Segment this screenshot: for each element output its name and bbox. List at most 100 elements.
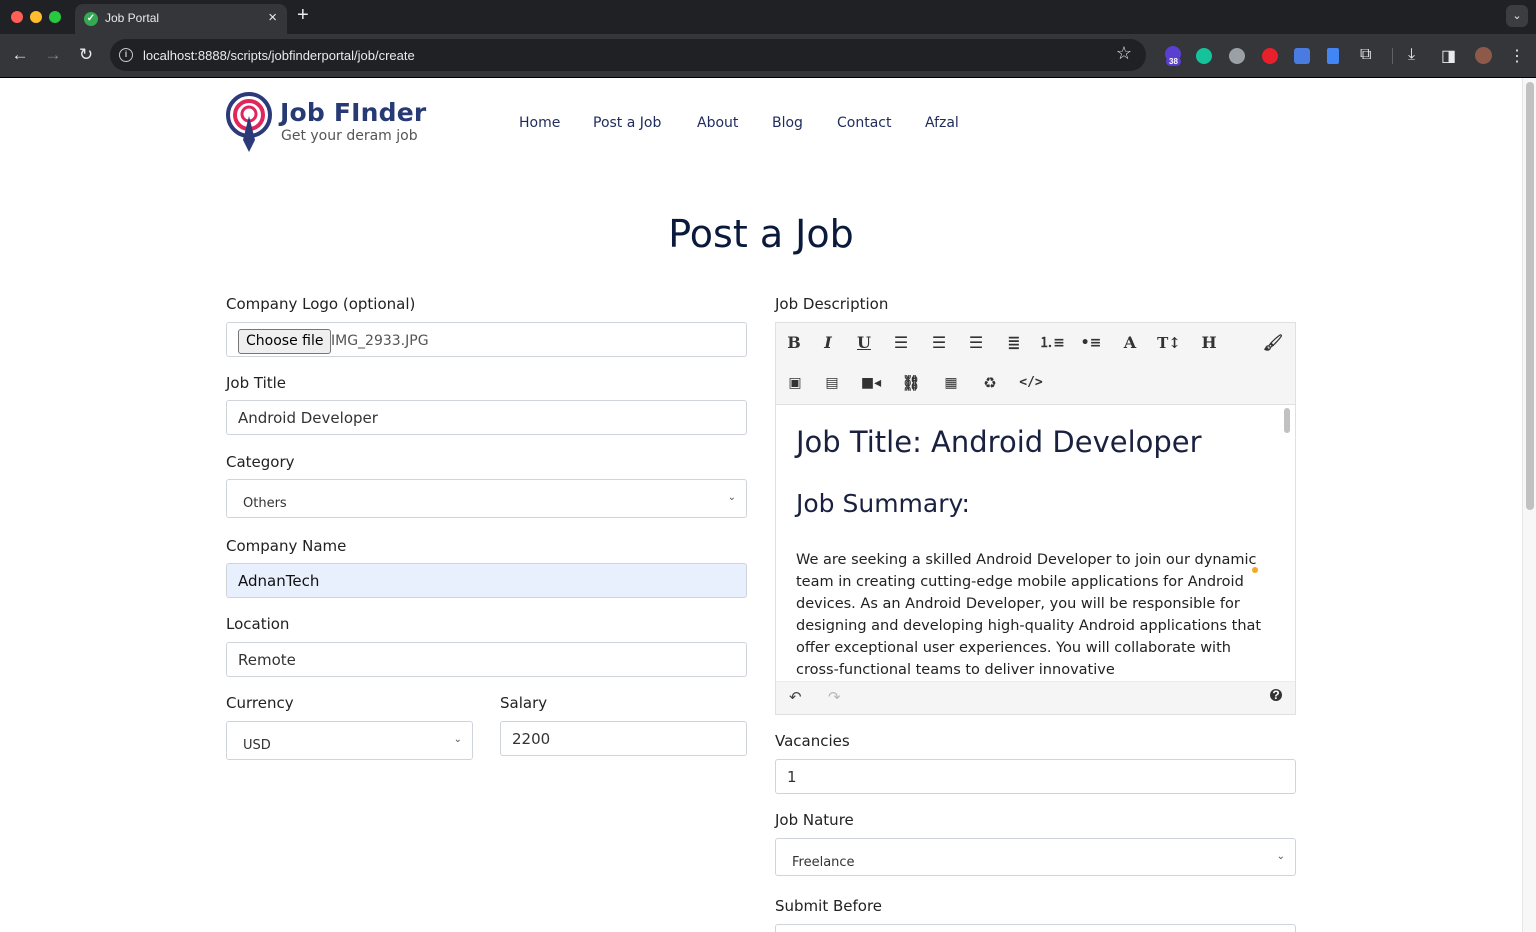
tab-search-icon[interactable]: ⌄ [1506, 5, 1528, 27]
minimize-window-button[interactable] [30, 11, 42, 23]
salary-value: 2200 [512, 730, 551, 748]
browser-tab[interactable]: ✓ Job Portal × [75, 4, 287, 34]
file-icon[interactable]: ▤ [814, 364, 850, 402]
screenshot-extension-icon[interactable] [1294, 48, 1310, 64]
browser-tab-bar: ✓ Job Portal × + ⌄ [0, 0, 1536, 34]
page-title: Post a Job [668, 212, 854, 256]
video-icon[interactable]: ■◂ [853, 364, 889, 402]
redo-icon[interactable]: ↷ [828, 688, 841, 706]
back-icon[interactable]: ← [9, 44, 31, 66]
check-favicon-icon: ✓ [84, 12, 98, 26]
company-logo-label: Company Logo (optional) [226, 295, 416, 313]
grammar-indicator-dot[interactable] [1252, 567, 1258, 573]
company-name-label: Company Name [226, 537, 347, 555]
ordered-list-icon[interactable]: ⒈≡ [1034, 324, 1070, 362]
bold-icon[interactable]: B [776, 324, 812, 362]
underline-icon[interactable]: U [846, 324, 882, 362]
browser-toolbar: ← → ↻ i localhost:8888/scripts/jobfinder… [0, 34, 1536, 78]
side-panel-icon[interactable]: ◨ [1441, 46, 1456, 66]
nav-blog[interactable]: Blog [772, 115, 803, 131]
maximize-window-button[interactable] [49, 11, 61, 23]
selected-file-name: IMG_2933.JPG [331, 333, 429, 349]
description-subheading: Job Summary: [796, 489, 970, 518]
url-text[interactable]: localhost:8888/scripts/jobfinderportal/j… [143, 48, 415, 63]
heading-icon[interactable]: H [1191, 324, 1227, 362]
vacancies-input[interactable]: 1 [775, 759, 1296, 794]
align-left-icon[interactable]: ☰ [883, 324, 919, 362]
job-title-input[interactable]: Android Developer [226, 400, 747, 435]
align-center-icon[interactable]: ☰ [921, 324, 957, 362]
editor-toolbar: B I U ☰ ☰ ☰ ≣ ⒈≡ •≡ A T↕ H 🖌 ▣ ▤ ■◂ ⛓ ▦ … [776, 323, 1295, 405]
location-input[interactable]: Remote [226, 642, 747, 677]
close-window-button[interactable] [11, 11, 23, 23]
table-icon[interactable]: ▦ [933, 364, 969, 402]
recycle-icon[interactable]: ♻ [972, 364, 1008, 402]
profile-avatar[interactable] [1475, 47, 1492, 64]
reload-icon[interactable]: ↻ [75, 44, 97, 66]
salary-label: Salary [500, 694, 548, 712]
link-icon[interactable]: ⛓ [893, 364, 929, 402]
italic-icon[interactable]: I [810, 324, 846, 362]
page-scrollbar[interactable] [1522, 78, 1536, 932]
category-select[interactable]: Others ⌄ [226, 479, 747, 518]
editor-scroll-thumb[interactable] [1284, 408, 1290, 433]
editor-content-area[interactable]: Job Title: Android Developer Job Summary… [776, 405, 1281, 681]
category-label: Category [226, 453, 295, 471]
job-title-label: Job Title [226, 374, 287, 392]
editor-scrollbar[interactable] [1281, 405, 1295, 681]
rich-text-editor[interactable]: B I U ☰ ☰ ☰ ≣ ⒈≡ •≡ A T↕ H 🖌 ▣ ▤ ■◂ ⛓ ▦ … [775, 322, 1296, 715]
location-label: Location [226, 615, 290, 633]
job-description-label: Job Description [775, 295, 889, 313]
nav-user-afzal[interactable]: Afzal [925, 115, 959, 131]
nav-contact[interactable]: Contact [837, 115, 891, 131]
extension-badge: 38 [1166, 57, 1181, 66]
job-nature-value: Freelance [792, 855, 855, 870]
new-tab-icon[interactable]: + [297, 4, 309, 27]
currency-select[interactable]: USD ⌄ [226, 721, 473, 760]
salary-input[interactable]: 2200 [500, 721, 747, 756]
nav-home[interactable]: Home [519, 115, 560, 131]
description-heading: Job Title: Android Developer [796, 425, 1202, 459]
vacancies-label: Vacancies [775, 732, 850, 750]
forward-icon[interactable]: → [42, 44, 64, 66]
globe-extension-icon[interactable] [1229, 48, 1245, 64]
currency-value: USD [243, 738, 271, 753]
submit-before-label: Submit Before [775, 897, 883, 915]
download-icon[interactable]: ⤓ [1408, 46, 1415, 64]
currency-label: Currency [226, 694, 294, 712]
code-view-icon[interactable]: </> [1013, 364, 1049, 402]
company-logo-file-input[interactable]: Choose file IMG_2933.JPG [226, 322, 747, 357]
bookmark-star-icon[interactable]: ☆ [1116, 43, 1132, 64]
undo-icon[interactable]: ↶ [789, 688, 802, 706]
page-viewport: Job FInder Get your deram job Home Post … [0, 78, 1522, 932]
page-scroll-thumb[interactable] [1526, 82, 1534, 510]
image-icon[interactable]: ▣ [777, 364, 813, 402]
toolbar-separator [1392, 48, 1393, 64]
address-bar[interactable]: i localhost:8888/scripts/jobfinderportal… [110, 39, 1146, 71]
align-justify-icon[interactable]: ≣ [996, 324, 1032, 362]
align-right-icon[interactable]: ☰ [958, 324, 994, 362]
company-name-input[interactable]: AdnanTech [226, 563, 747, 598]
help-icon[interactable]: ? [1270, 689, 1282, 701]
tab-title: Job Portal [105, 11, 160, 25]
browser-menu-icon[interactable]: ⋮ [1509, 46, 1525, 66]
nav-post-a-job[interactable]: Post a Job [593, 115, 661, 131]
site-info-icon[interactable]: i [119, 48, 133, 62]
chevron-down-icon: ⌄ [727, 492, 736, 503]
nav-about[interactable]: About [697, 115, 738, 131]
choose-file-button[interactable]: Choose file [238, 329, 332, 354]
logo-icon[interactable] [226, 92, 276, 154]
grammarly-icon[interactable] [1196, 48, 1212, 64]
docs-extension-icon[interactable] [1327, 48, 1339, 64]
paint-brush-icon[interactable]: 🖌 [1255, 324, 1291, 362]
job-nature-select[interactable]: Freelance ⌄ [775, 838, 1296, 876]
submit-before-input[interactable] [775, 924, 1296, 932]
font-size-icon[interactable]: T↕ [1151, 324, 1187, 362]
close-tab-icon[interactable]: × [268, 9, 277, 26]
record-extension-icon[interactable] [1262, 48, 1278, 64]
location-value: Remote [238, 651, 296, 669]
font-icon[interactable]: A [1112, 324, 1148, 362]
unordered-list-icon[interactable]: •≡ [1073, 324, 1109, 362]
extensions-puzzle-icon[interactable]: ⧉ [1360, 46, 1371, 64]
brand-name[interactable]: Job FInder [280, 98, 426, 127]
